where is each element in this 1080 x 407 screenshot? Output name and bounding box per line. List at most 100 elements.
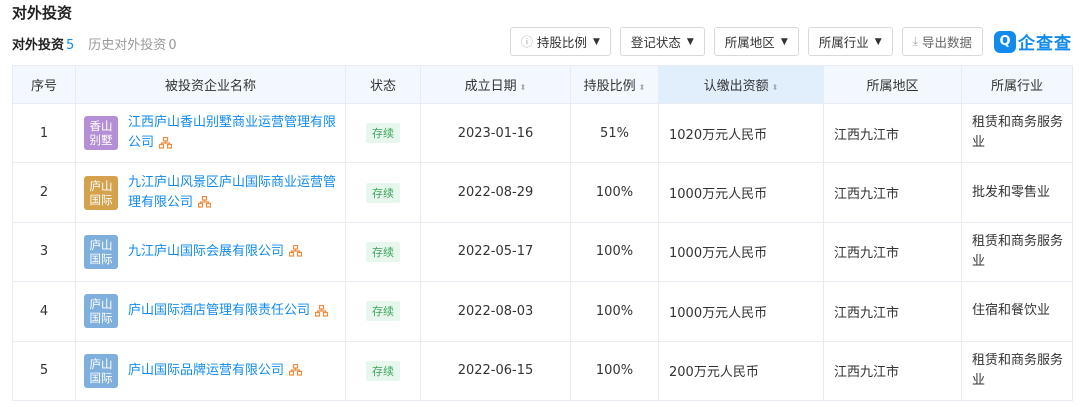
cell-industry: 租赁和商务服务业 (961, 221, 1073, 283)
table-row: 1 香山别墅 江西庐山香山别墅商业运营管理有限公司 存续 2023-01-16 … (12, 102, 1073, 164)
investment-table: 序号 被投资企业名称 状态 成立日期 ⬍ 持股比例 ⬍ 认缴出资额 ⬍ 所属地区 所属… (12, 65, 1073, 401)
cell-index: 2 (12, 162, 76, 223)
company-name: 庐山国际品牌运营有限公司 (128, 362, 285, 378)
company-name-link[interactable]: 九江庐山国际会展有限公司 (128, 242, 303, 262)
status-badge: 存续 (366, 241, 400, 262)
company-name: 九江庐山国际会展有限公司 (128, 243, 285, 259)
cell-status: 存续 (345, 102, 421, 164)
cell-industry: 租赁和商务服务业 (961, 340, 1073, 401)
header-index: 序号 (12, 65, 76, 104)
header-region: 所属地区 (823, 65, 962, 104)
equity-structure-icon[interactable] (159, 136, 173, 149)
caret-down-icon: ▼ (780, 36, 788, 47)
cell-date: 2022-08-03 (420, 281, 571, 342)
cell-region: 江西九江市 (823, 102, 962, 164)
cell-status: 存续 (345, 281, 421, 342)
header-ratio[interactable]: 持股比例 ⬍ (570, 65, 659, 104)
equity-structure-icon[interactable] (289, 364, 303, 376)
region-filter-button[interactable]: 所属地区 ▼ (713, 27, 799, 56)
cell-capital: 1000万元人民币 (658, 162, 824, 223)
cell-company: 庐山国际 九江庐山国际会展有限公司 (75, 221, 346, 283)
company-name-link[interactable]: 江西庐山香山别墅商业运营管理有限公司 (128, 113, 345, 153)
cell-industry: 住宿和餐饮业 (961, 281, 1073, 342)
tab-history-count: 0 (168, 38, 177, 53)
brand-logo: Q 企查查 (994, 29, 1072, 54)
industry-text: 住宿和餐饮业 (972, 303, 1051, 319)
header-status: 状态 (345, 65, 421, 104)
header-ratio-label: 持股比例 (583, 79, 636, 94)
header-industry: 所属行业 (961, 65, 1073, 104)
industry-text: 租赁和商务服务业 (972, 233, 1064, 269)
cell-status: 存续 (345, 340, 421, 401)
status-badge: 存续 (366, 123, 400, 144)
cell-ratio: 51% (570, 102, 659, 164)
cell-date: 2022-05-17 (420, 221, 571, 283)
cell-company: 庐山国际 九江庐山风景区庐山国际商业运营管理有限公司 (75, 162, 346, 223)
industry-filter-button[interactable]: 所属行业 ▼ (807, 27, 893, 56)
tab-investments-label: 对外投资 (12, 38, 65, 53)
header-capital[interactable]: 认缴出资额 ⬍ (658, 65, 824, 104)
cell-ratio: 100% (570, 281, 659, 342)
status-badge: 存续 (366, 360, 400, 381)
cell-region: 江西九江市 (823, 162, 962, 223)
cell-capital: 1020万元人民币 (658, 102, 824, 164)
equity-structure-icon[interactable] (289, 245, 303, 258)
cell-status: 存续 (345, 221, 421, 283)
header-date-label: 成立日期 (464, 79, 517, 94)
info-icon: ⓘ (520, 35, 533, 49)
cell-ratio: 100% (570, 340, 659, 401)
company-logo: 香山别墅 (84, 116, 118, 151)
cell-region: 江西九江市 (823, 221, 962, 283)
company-name-link[interactable]: 九江庐山风景区庐山国际商业运营管理有限公司 (128, 173, 345, 213)
company-logo: 庐山国际 (84, 294, 118, 329)
tab-investments[interactable]: 对外投资 5 (12, 34, 74, 53)
export-data-button[interactable]: ⤓ 导出数据 (901, 27, 983, 56)
cell-region: 江西九江市 (823, 281, 962, 342)
equity-structure-icon[interactable] (198, 196, 212, 208)
caret-down-icon: ▼ (686, 36, 694, 47)
cell-region: 江西九江市 (823, 340, 962, 401)
cell-company: 庐山国际 庐山国际酒店管理有限责任公司 (75, 281, 346, 342)
cell-company: 庐山国际 庐山国际品牌运营有限公司 (75, 340, 346, 401)
company-name: 九江庐山风景区庐山国际商业运营管理有限公司 (128, 174, 337, 210)
ratio-filter-label: 持股比例 (536, 35, 587, 50)
header-company: 被投资企业名称 (75, 65, 346, 104)
cell-index: 4 (12, 281, 76, 342)
caret-down-icon: ▼ (592, 36, 600, 47)
toolbar: ⓘ 持股比例 ▼ 登记状态 ▼ 所属地区 ▼ 所属行业 ▼ ⤓ 导出数据 Q 企… (509, 27, 1072, 56)
cell-industry: 租赁和商务服务业 (961, 102, 1073, 164)
cell-ratio: 100% (570, 221, 659, 283)
status-badge: 存续 (366, 182, 400, 203)
industry-filter-label: 所属行业 (818, 35, 869, 50)
industry-text: 批发和零售业 (972, 184, 1051, 200)
cell-status: 存续 (345, 162, 421, 223)
status-badge: 存续 (366, 301, 400, 322)
cell-company: 香山别墅 江西庐山香山别墅商业运营管理有限公司 (75, 102, 346, 164)
industry-text: 租赁和商务服务业 (972, 352, 1064, 388)
header-date[interactable]: 成立日期 ⬍ (420, 65, 571, 104)
export-data-label: 导出数据 (921, 35, 972, 50)
status-filter-button[interactable]: 登记状态 ▼ (619, 27, 705, 56)
caret-down-icon: ▼ (874, 36, 882, 47)
company-logo: 庐山国际 (84, 234, 118, 269)
cell-date: 2023-01-16 (420, 102, 571, 164)
region-filter-label: 所属地区 (724, 35, 775, 50)
table-row: 2 庐山国际 九江庐山风景区庐山国际商业运营管理有限公司 存续 2022-08-… (12, 162, 1073, 223)
cell-ratio: 100% (570, 162, 659, 223)
cell-date: 2022-06-15 (420, 340, 571, 401)
cell-index: 1 (12, 102, 76, 164)
header-capital-label: 认缴出资额 (703, 79, 769, 94)
tab-history-investments[interactable]: 历史对外投资 0 (88, 34, 176, 53)
cell-capital: 1000万元人民币 (658, 221, 824, 283)
ratio-filter-button[interactable]: ⓘ 持股比例 ▼ (509, 27, 611, 56)
cell-index: 5 (12, 340, 76, 401)
company-name-link[interactable]: 庐山国际酒店管理有限责任公司 (128, 301, 329, 321)
industry-text: 租赁和商务服务业 (972, 115, 1064, 151)
company-logo: 庐山国际 (84, 353, 118, 388)
download-icon: ⤓ (912, 34, 918, 48)
equity-structure-icon[interactable] (315, 304, 329, 317)
company-name-link[interactable]: 庐山国际品牌运营有限公司 (128, 361, 303, 381)
table-row: 4 庐山国际 庐山国际酒店管理有限责任公司 存续 2022-08-03 100%… (12, 281, 1073, 342)
qcc-logo-icon: Q (994, 30, 1016, 53)
table-row: 5 庐山国际 庐山国际品牌运营有限公司 存续 2022-06-15 100% 2… (12, 340, 1073, 401)
